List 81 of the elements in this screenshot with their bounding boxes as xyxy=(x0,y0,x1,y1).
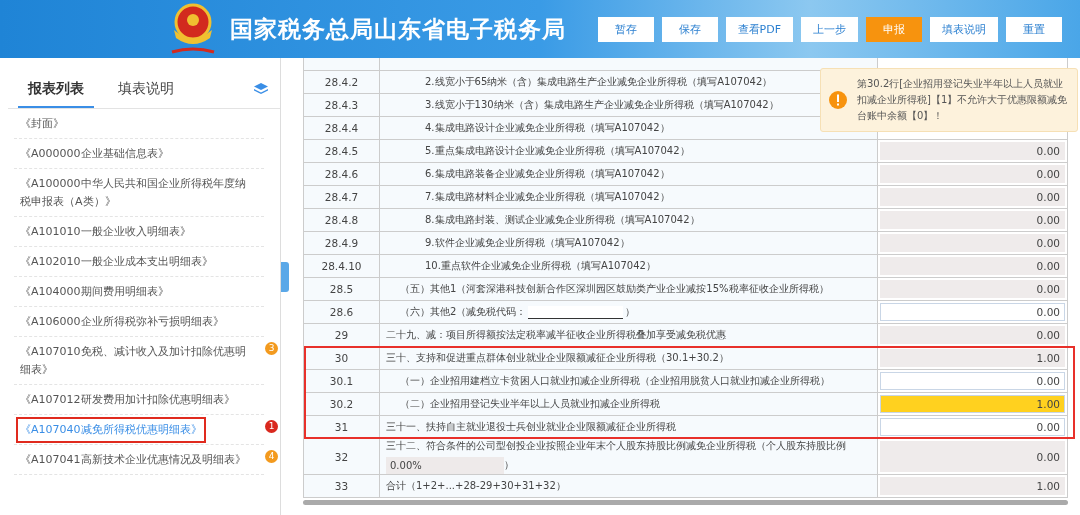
row-number: 28.4.5 xyxy=(304,140,380,162)
amount-cell[interactable]: 0.00 xyxy=(880,418,1065,436)
amount-cell: 0.00 xyxy=(880,441,1065,472)
row-label: 三十二、符合条件的公司型创投企业按照企业年末个人股东持股比例减免企业所得税（个人股东持股比例 xyxy=(386,439,846,453)
toolbar-button[interactable]: 重置 xyxy=(1006,16,1062,42)
amount-cell[interactable]: 1.00 xyxy=(880,395,1065,413)
sidebar-tab[interactable]: 填表说明 xyxy=(108,80,184,108)
report-list-item[interactable]: 《A104000期间费用明细表》 xyxy=(20,283,169,301)
row-label: 合计（1+2+...+28-29+30+31+32） xyxy=(386,479,566,493)
row-number: 28.4.2 xyxy=(304,71,380,93)
amount-cell: 0.00 xyxy=(880,188,1065,206)
toolbar-button[interactable]: 上一步 xyxy=(801,16,858,42)
amount-cell: 0.00 xyxy=(880,142,1065,160)
amount-cell: 0.00 xyxy=(880,257,1065,275)
row-label: 二十九、减：项目所得额按法定税率减半征收企业所得税叠加享受减免税优惠 xyxy=(386,328,726,342)
row-number: 32 xyxy=(304,439,380,474)
row-number: 28.4.9 xyxy=(304,232,380,254)
row-label: 三十一、扶持自主就业退役士兵创业就业企业限额减征企业所得税 xyxy=(386,420,676,434)
report-list-item[interactable]: 《A107012研发费用加计扣除优惠明细表》 xyxy=(20,391,235,409)
row-number: 29 xyxy=(304,324,380,346)
report-list-item[interactable]: 《A107010免税、减计收入及加计扣除优惠明细表》 xyxy=(20,343,256,379)
warning-icon xyxy=(829,91,847,109)
row-label: 9.软件企业减免企业所得税（填写A107042） xyxy=(425,236,630,250)
toolbar-button[interactable]: 保存 xyxy=(661,16,718,42)
row-label: 10.重点软件企业减免企业所得税（填写A107042） xyxy=(425,259,656,273)
row-label: 5.重点集成电路设计企业减免企业所得税（填写A107042） xyxy=(425,144,690,158)
amount-cell: 1.00 xyxy=(880,477,1065,495)
toolbar-button[interactable]: 查看PDF xyxy=(725,16,793,42)
row-number: 28.5 xyxy=(304,278,380,300)
row-number: 31 xyxy=(304,416,380,438)
amount-cell: 0.00 xyxy=(880,234,1065,252)
toolbar-button[interactable]: 暂存 xyxy=(597,16,654,42)
report-list-item[interactable]: 《封面》 xyxy=(20,115,64,133)
row-label: （五）其他1（河套深港科技创新合作区深圳园区鼓励类产业企业减按15%税率征收企业所得税） xyxy=(400,282,829,296)
site-title: 国家税务总局山东省电子税务局 xyxy=(230,14,566,44)
closing-paren: ） xyxy=(504,457,514,472)
report-list-item[interactable]: 《A107041高新技术企业优惠情况及明细表》 xyxy=(20,451,246,469)
toolbar-button[interactable]: 填表说明 xyxy=(930,16,998,42)
row-number: 28.4.7 xyxy=(304,186,380,208)
amount-cell: 0.00 xyxy=(880,211,1065,229)
row-number: 28.4.10 xyxy=(304,255,380,277)
row-number: 28.4.3 xyxy=(304,94,380,116)
row-label: 4.集成电路设计企业减免企业所得税（填写A107042） xyxy=(425,121,670,135)
ratio-field[interactable]: 0.00% xyxy=(386,457,504,474)
amount-cell[interactable]: 0.00 xyxy=(880,303,1065,321)
row-label: （一）企业招用建档立卡贫困人口就业扣减企业所得税（企业招用脱贫人口就业扣减企业所得税） xyxy=(400,374,830,388)
report-list-item[interactable]: 《A101010一般企业收入明细表》 xyxy=(20,223,191,241)
warning-message: 第30.2行[企业招用登记失业半年以上人员就业扣减企业所得税]【1】不允许大于优惠限额减免台账中余额【0】！ xyxy=(857,77,1069,123)
row-number: 28.4.8 xyxy=(304,209,380,231)
row-label: 2.线宽小于65纳米（含）集成电路生产企业减免企业所得税（填写A107042） xyxy=(425,75,773,89)
amount-cell: 1.00 xyxy=(880,349,1065,367)
row-number: 30.2 xyxy=(304,393,380,415)
row-number: 33 xyxy=(304,475,380,497)
row-label: 3.线宽小于130纳米（含）集成电路生产企业减免企业所得税（填写A107042） xyxy=(425,98,779,112)
row-label: （二）企业招用登记失业半年以上人员就业扣减企业所得税 xyxy=(400,397,660,411)
row-label: 三十、支持和促进重点群体创业就业企业限额减征企业所得税（30.1+30.2） xyxy=(386,351,729,365)
scrollbar[interactable] xyxy=(303,500,1068,505)
report-list-item[interactable]: 《A000000企业基础信息表》 xyxy=(20,145,169,163)
amount-cell: 0.00 xyxy=(880,165,1065,183)
row-number: 28.4.4 xyxy=(304,117,380,139)
row-number: 30.1 xyxy=(304,370,380,392)
row-label: 8.集成电路封装、测试企业减免企业所得税（填写A107042） xyxy=(425,213,700,227)
amount-cell[interactable]: 0.00 xyxy=(880,372,1065,390)
count-badge: 3 xyxy=(265,342,278,355)
row-number: 28.6 xyxy=(304,301,380,323)
row-label: （六）其他2（减免税代码： xyxy=(400,305,527,319)
row-label: 7.集成电路材料企业减免企业所得税（填写A107042） xyxy=(425,190,670,204)
report-list-item[interactable]: 《A102010一般企业成本支出明细表》 xyxy=(20,253,213,271)
report-list-item[interactable]: 《A100000中华人民共和国企业所得税年度纳税申报表（A类）》 xyxy=(20,175,256,211)
amount-cell: 0.00 xyxy=(880,326,1065,344)
row-number: 28.4.6 xyxy=(304,163,380,185)
closing-paren: ） xyxy=(625,305,636,319)
row-label: 6.集成电路装备企业减免企业所得税（填写A107042） xyxy=(425,167,670,181)
count-badge: 1 xyxy=(265,420,278,433)
layers-icon xyxy=(254,83,268,96)
report-list-item[interactable]: 《A106000企业所得税弥补亏损明细表》 xyxy=(20,313,224,331)
amount-cell: 0.00 xyxy=(880,280,1065,298)
count-badge: 4 xyxy=(265,450,278,463)
code-input-field[interactable] xyxy=(528,305,624,319)
collapse-handle[interactable] xyxy=(281,261,289,292)
sidebar-tab[interactable]: 报表列表 xyxy=(18,80,94,108)
